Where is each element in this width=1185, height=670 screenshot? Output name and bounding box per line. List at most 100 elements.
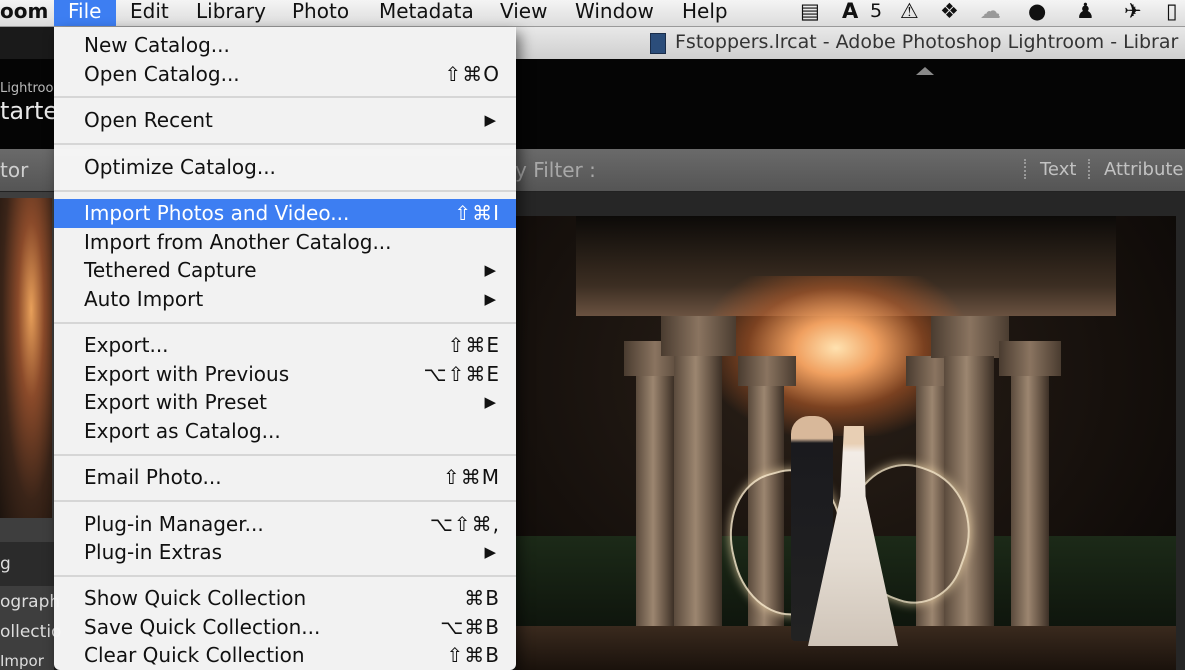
menu-separator [54, 96, 516, 98]
window-titlebar: Fstoppers.lrcat - Adobe Photoshop Lightr… [515, 27, 1185, 60]
menu-item-shortcut: ⌥⇧⌘, [429, 512, 500, 536]
battery-icon[interactable]: ▯ [1166, 0, 1178, 22]
pillar-capital [999, 341, 1061, 376]
menu-item-export[interactable]: Export... ⇧⌘E [54, 331, 516, 360]
menu-item-export-as-catalog[interactable]: Export as Catalog... [54, 417, 516, 446]
menu-item-clear-quick-collection[interactable]: Clear Quick Collection ⇧⌘B [54, 641, 516, 670]
submenu-arrow-icon: ▶ [484, 393, 496, 411]
submenu-arrow-icon: ▶ [484, 543, 496, 561]
menu-item-label: Export with Preset [84, 390, 267, 414]
menu-item-label: Tethered Capture [84, 258, 257, 282]
menu-edit[interactable]: Edit [130, 0, 169, 26]
filter-text[interactable]: Text [1040, 159, 1076, 180]
left-panel: g ograph ollectio Impor [0, 192, 61, 670]
window-title: Fstoppers.lrcat - Adobe Photoshop Lightr… [675, 31, 1179, 53]
menu-bar: oom File Edit Library Photo Metadata Vie… [0, 0, 1185, 27]
menu-item-import-photos[interactable]: Import Photos and Video... ⇧⌘I [54, 199, 516, 228]
menu-item-label: Show Quick Collection [84, 586, 307, 610]
pillar-capital [738, 356, 796, 386]
menu-item-label: Optimize Catalog... [84, 155, 276, 179]
menu-photo[interactable]: Photo [292, 0, 349, 26]
pillar [636, 376, 674, 631]
menu-separator [54, 575, 516, 577]
separator [1024, 159, 1027, 179]
menu-item-label: Export... [84, 333, 169, 357]
menu-separator [54, 500, 516, 502]
menu-separator [54, 322, 516, 324]
file-menu: New Catalog... Open Catalog... ⇧⌘O Open … [54, 27, 516, 670]
tray-badge: 5 [870, 0, 883, 22]
menu-item-import-from-catalog[interactable]: Import from Another Catalog... [54, 228, 516, 257]
navigator-preview[interactable] [0, 198, 52, 518]
submenu-arrow-icon: ▶ [484, 111, 496, 129]
film-strip-icon[interactable]: ▤ [800, 0, 820, 22]
menu-item-plugin-manager[interactable]: Plug-in Manager... ⌥⇧⌘, [54, 510, 516, 539]
filter-attribute[interactable]: Attribute [1104, 159, 1183, 180]
import-button[interactable]: Impor [0, 652, 44, 670]
menu-separator [54, 454, 516, 456]
main-photo[interactable] [516, 216, 1176, 670]
menu-view[interactable]: View [500, 0, 547, 26]
pillar-capital [931, 316, 1009, 358]
menu-item-plugin-extras[interactable]: Plug-in Extras ▶ [54, 538, 516, 567]
menu-item-auto-import[interactable]: Auto Import ▶ [54, 285, 516, 314]
panel-item-collections[interactable]: ollectio [0, 622, 61, 642]
menu-metadata[interactable]: Metadata [379, 0, 474, 26]
pillar [674, 356, 722, 636]
menu-item-label: Auto Import [84, 287, 204, 311]
menu-item-label: Export as Catalog... [84, 419, 281, 443]
notification-icon[interactable]: ● [1028, 0, 1046, 22]
menu-item-label: Plug-in Manager... [84, 512, 264, 536]
panel-text: g [0, 554, 11, 574]
menu-help[interactable]: Help [682, 0, 728, 26]
menu-window[interactable]: Window [575, 0, 654, 26]
menu-item-shortcut: ⇧⌘O [444, 62, 500, 86]
menu-item-shortcut: ⌘B [464, 586, 500, 610]
menu-item-save-quick-collection[interactable]: Save Quick Collection... ⌥⌘B [54, 613, 516, 642]
dropbox-icon[interactable]: ❖ [940, 0, 959, 22]
panel-collapse-icon[interactable] [916, 67, 934, 75]
menu-item-shortcut: ⌥⌘B [440, 615, 500, 639]
menu-item-open-recent[interactable]: Open Recent ▶ [54, 106, 516, 135]
separator [1088, 159, 1091, 179]
identity-text: tarte [0, 97, 59, 125]
bell-icon[interactable]: ♟ [1076, 0, 1095, 22]
menu-item-tethered-capture[interactable]: Tethered Capture ▶ [54, 256, 516, 285]
menu-item-label: Save Quick Collection... [84, 615, 321, 639]
menu-item-label: Import from Another Catalog... [84, 230, 392, 254]
menu-item-show-quick-collection[interactable]: Show Quick Collection ⌘B [54, 584, 516, 613]
creative-cloud-icon[interactable]: ☁ [980, 0, 1001, 22]
menu-item-label: Open Catalog... [84, 62, 240, 86]
menu-item-shortcut: ⌥⇧⌘E [423, 362, 500, 386]
adobe-icon[interactable]: A [842, 0, 858, 22]
app-menu[interactable]: oom [0, 0, 48, 26]
menu-item-shortcut: ⇧⌘M [442, 465, 500, 489]
submenu-arrow-icon: ▶ [484, 261, 496, 279]
catalog-document-icon [650, 33, 666, 54]
menu-separator [54, 190, 516, 192]
menu-file[interactable]: File [54, 0, 116, 26]
pillar-capital [661, 316, 736, 356]
library-filter-label: y Filter : [515, 158, 596, 182]
menu-item-open-catalog[interactable]: Open Catalog... ⇧⌘O [54, 60, 516, 89]
submenu-arrow-icon: ▶ [484, 290, 496, 308]
menu-item-label: Open Recent [84, 108, 213, 132]
bird-icon[interactable]: ✈ [1124, 0, 1142, 22]
menu-item-label: Export with Previous [84, 362, 290, 386]
menu-item-export-with-preset[interactable]: Export with Preset ▶ [54, 388, 516, 417]
menu-item-label: Plug-in Extras [84, 540, 223, 564]
menu-item-email-photo[interactable]: Email Photo... ⇧⌘M [54, 463, 516, 492]
menu-item-shortcut: ⇧⌘I [454, 201, 500, 225]
menu-item-label: Email Photo... [84, 465, 222, 489]
menu-item-export-with-previous[interactable]: Export with Previous ⌥⇧⌘E [54, 360, 516, 389]
identity-app-label: Lightroo [0, 81, 54, 96]
menu-library[interactable]: Library [196, 0, 266, 26]
warning-icon[interactable]: ⚠ [900, 0, 919, 22]
panel-item-photographs[interactable]: ograph [0, 592, 60, 612]
menu-item-shortcut: ⇧⌘E [447, 333, 500, 357]
menu-item-new-catalog[interactable]: New Catalog... [54, 31, 516, 60]
menu-item-shortcut: ⇧⌘B [446, 643, 500, 667]
menu-item-label: Clear Quick Collection [84, 643, 305, 667]
pillar [1011, 376, 1049, 631]
menu-item-optimize-catalog[interactable]: Optimize Catalog... [54, 153, 516, 182]
